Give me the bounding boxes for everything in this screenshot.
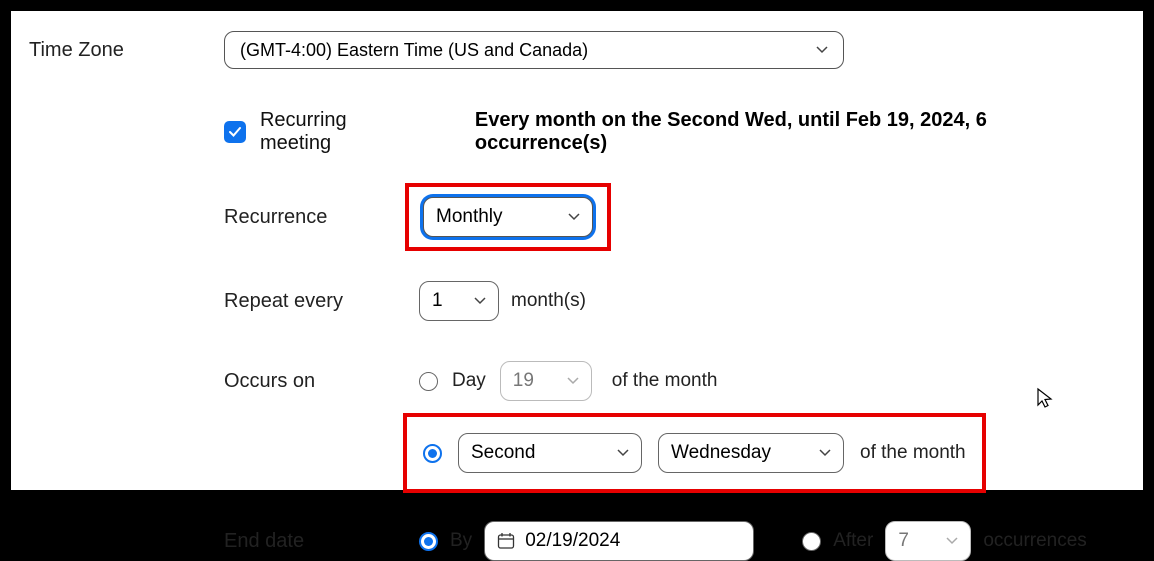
occurs-ordinal-value: Second xyxy=(471,442,535,464)
timezone-label: Time Zone xyxy=(29,31,224,62)
of-month-text-1: of the month xyxy=(612,370,718,392)
recurring-label: Recurring meeting xyxy=(260,109,423,155)
end-by-label: By xyxy=(450,530,472,552)
of-month-text-2: of the month xyxy=(860,442,966,464)
calendar-icon xyxy=(497,532,515,550)
end-after-radio[interactable] xyxy=(802,532,821,551)
occurs-day-value: 19 xyxy=(513,370,534,392)
occurs-day-label: Day xyxy=(452,370,486,392)
occurs-day-select[interactable]: 19 xyxy=(500,361,592,401)
chevron-down-icon xyxy=(567,375,579,387)
occurrences-label: occurrences xyxy=(983,530,1087,552)
chevron-down-icon xyxy=(816,44,828,56)
repeat-unit: month(s) xyxy=(511,290,586,312)
recurrence-label: Recurrence xyxy=(224,206,419,229)
recurring-summary: Every month on the Second Wed, until Feb… xyxy=(475,109,1123,155)
occurs-weekday-radio[interactable] xyxy=(423,444,442,463)
repeat-every-label: Repeat every xyxy=(224,290,419,313)
timezone-value: (GMT-4:00) Eastern Time (US and Canada) xyxy=(240,40,588,61)
recurrence-select[interactable]: Monthly xyxy=(423,197,593,237)
end-after-value: 7 xyxy=(898,530,909,552)
recurrence-value: Monthly xyxy=(436,206,503,228)
chevron-down-icon xyxy=(474,295,486,307)
end-by-date-value: 02/19/2024 xyxy=(525,530,620,552)
occurs-on-label: Occurs on xyxy=(224,370,419,393)
occurs-ordinal-select[interactable]: Second xyxy=(458,433,642,473)
chevron-down-icon xyxy=(617,447,629,459)
chevron-down-icon xyxy=(819,447,831,459)
end-after-label: After xyxy=(833,530,873,552)
highlight-occurs-weekday: Second Wednesday of the month xyxy=(403,413,986,493)
cursor-icon xyxy=(1036,387,1054,409)
chevron-down-icon xyxy=(568,211,580,223)
recurring-checkbox[interactable] xyxy=(224,121,246,143)
repeat-value: 1 xyxy=(432,290,443,312)
occurs-weekday-select[interactable]: Wednesday xyxy=(658,433,844,473)
chevron-down-icon xyxy=(946,535,958,547)
end-after-value-select[interactable]: 7 xyxy=(885,521,971,561)
end-date-label: End date xyxy=(224,530,419,553)
timezone-select[interactable]: (GMT-4:00) Eastern Time (US and Canada) xyxy=(224,31,844,69)
occurs-weekday-value: Wednesday xyxy=(671,442,771,464)
occurs-day-radio[interactable] xyxy=(419,372,438,391)
end-by-radio[interactable] xyxy=(419,532,438,551)
highlight-recurrence: Monthly xyxy=(405,183,611,251)
end-by-date-input[interactable]: 02/19/2024 xyxy=(484,521,754,561)
repeat-value-select[interactable]: 1 xyxy=(419,281,499,321)
